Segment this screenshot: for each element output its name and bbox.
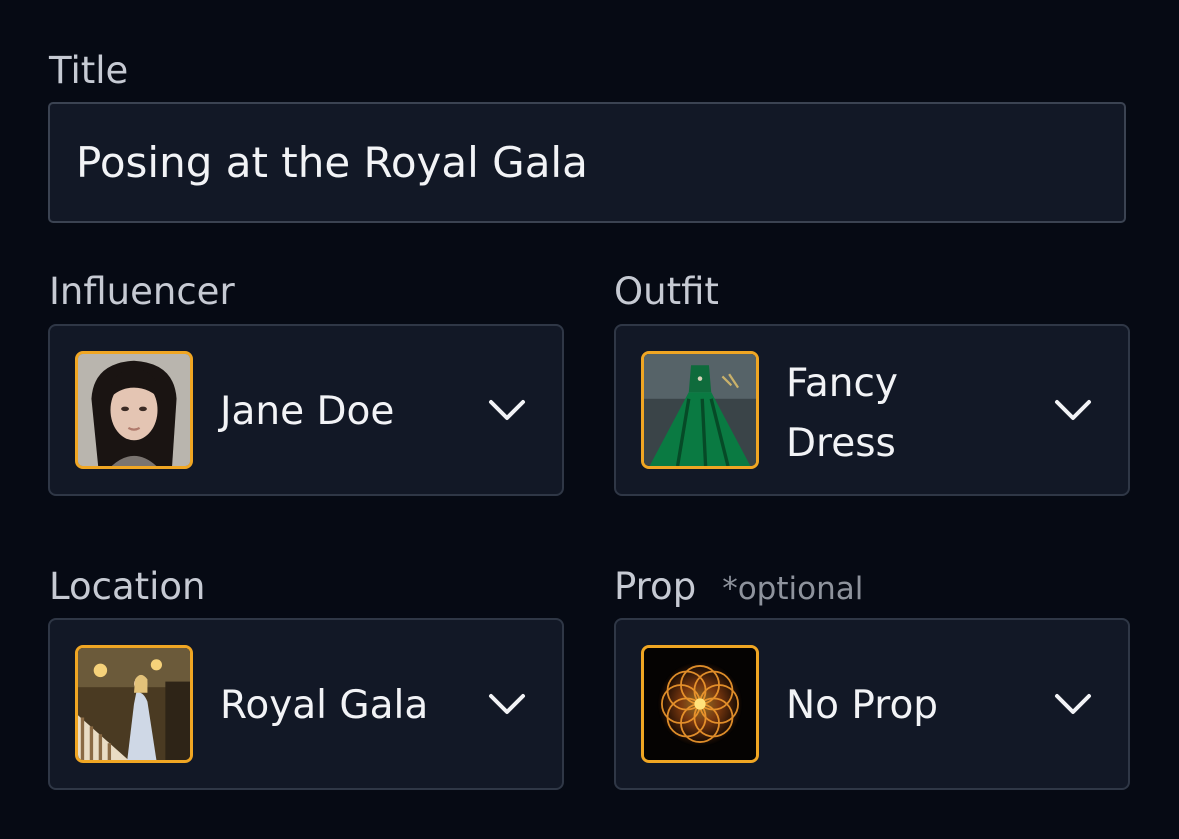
outfit-value-line2: Dress (786, 421, 896, 466)
outfit-value-line1: Fancy (786, 361, 898, 406)
influencer-value: Jane Doe (220, 389, 395, 434)
chevron-down-icon (1055, 694, 1091, 714)
prop-label-text: Prop (614, 565, 697, 608)
chevron-down-icon (489, 694, 525, 714)
location-thumbnail (75, 645, 193, 763)
prop-thumbnail (641, 645, 759, 763)
title-field[interactable] (48, 102, 1126, 223)
title-input[interactable] (76, 104, 1096, 221)
prop-select[interactable]: No Prop (614, 618, 1130, 790)
outfit-label: Outfit (614, 270, 719, 313)
influencer-select[interactable]: Jane Doe (48, 324, 564, 496)
optional-hint: *optional (722, 571, 864, 607)
title-label: Title (49, 49, 129, 92)
chevron-down-icon (1055, 400, 1091, 420)
location-label: Location (49, 565, 206, 608)
prop-label: Prop *optional (614, 568, 863, 605)
outfit-select[interactable]: Fancy Dress (614, 324, 1130, 496)
influencer-label: Influencer (49, 270, 235, 313)
outfit-thumbnail (641, 351, 759, 469)
prop-value: No Prop (786, 683, 939, 728)
influencer-thumbnail (75, 351, 193, 469)
chevron-down-icon (489, 400, 525, 420)
location-value: Royal Gala (220, 683, 429, 728)
location-select[interactable]: Royal Gala (48, 618, 564, 790)
